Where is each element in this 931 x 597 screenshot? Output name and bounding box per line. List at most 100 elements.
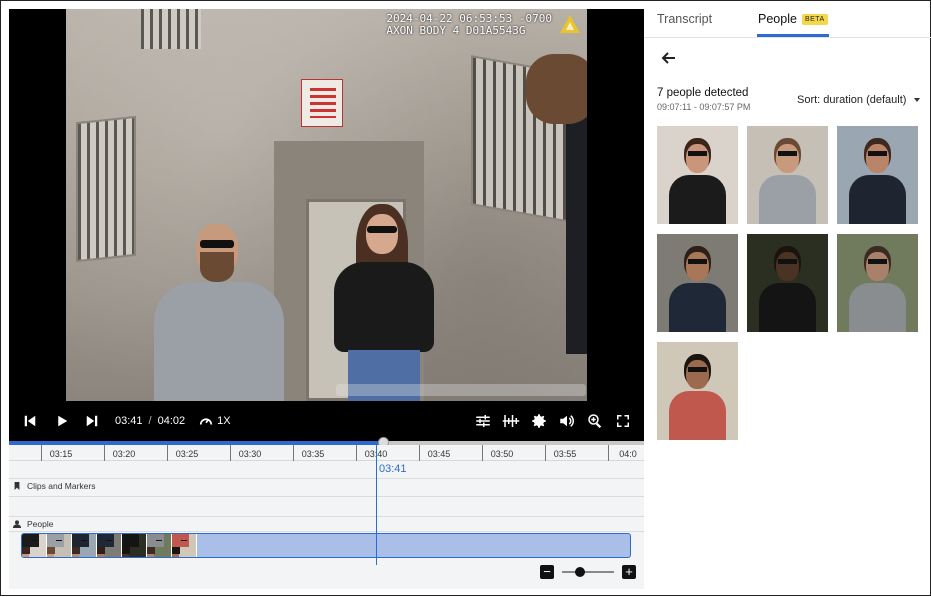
side-panel: Transcript People BETA 7 people detected …: [644, 1, 931, 597]
panel-tabs: Transcript People BETA: [644, 1, 931, 38]
timeline-tick: [104, 445, 105, 461]
bookmark-icon: [14, 482, 20, 490]
people-track-label: People: [13, 519, 53, 529]
sort-label: Sort: duration (default): [797, 94, 907, 106]
people-track-segment[interactable]: [21, 533, 631, 558]
people-track-thumbnail[interactable]: [97, 534, 122, 557]
app-frame: 2024-04-22 06:53:53 -0700 AXON BODY 4 D0…: [0, 0, 931, 596]
timeline-tick-label: 03:20: [112, 449, 136, 459]
timeline-tick-label: 03:35: [301, 449, 325, 459]
player-right-controls: [470, 408, 636, 434]
fullscreen-icon: [617, 415, 629, 427]
play-icon: [58, 415, 68, 427]
playhead-line[interactable]: [376, 445, 377, 565]
people-track-thumbnail[interactable]: [172, 534, 197, 557]
current-time: 03:41: [115, 415, 143, 427]
axon-logo-icon: [560, 15, 580, 33]
speedometer-icon: [200, 418, 213, 425]
volume-icon: [560, 415, 574, 427]
tab-people-label: People: [758, 12, 797, 26]
row-divider: [9, 516, 644, 517]
people-track-text: People: [27, 519, 54, 529]
scene-person-officer: [526, 54, 587, 354]
zoom-video-button[interactable]: [582, 408, 608, 434]
scene-sign: [301, 79, 343, 127]
time-range: 09:07:11 - 09:07:57 PM: [657, 102, 751, 112]
scene-caption-blur: [336, 384, 586, 396]
timeline-tick-label: 03:50: [490, 449, 514, 459]
fullscreen-button[interactable]: [610, 408, 636, 434]
back-button[interactable]: [661, 50, 681, 68]
timeline-tick: [230, 445, 231, 461]
timeline-tick-label: 03:55: [553, 449, 577, 459]
people-track-thumbnail[interactable]: [47, 534, 72, 557]
people-track-thumbnail[interactable]: [22, 534, 47, 557]
scene-window-left: [76, 115, 136, 263]
arrow-left-icon: [661, 52, 675, 64]
beta-badge: BETA: [801, 14, 828, 26]
video-frame[interactable]: 2024-04-22 06:53:53 -0700 AXON BODY 4 D0…: [66, 9, 587, 401]
person-thumbnail[interactable]: [837, 126, 918, 224]
person-thumbnail[interactable]: [657, 342, 738, 440]
active-tab-indicator: [757, 34, 829, 37]
sort-dropdown[interactable]: Sort: duration (default): [797, 94, 921, 106]
zoom-in-button[interactable]: +: [622, 565, 636, 579]
row-divider: [9, 496, 644, 497]
timeline-tick: [482, 445, 483, 461]
tab-transcript-label: Transcript: [657, 12, 713, 26]
volume-button[interactable]: [554, 408, 580, 434]
person-thumbnail[interactable]: [657, 126, 738, 224]
timeline-tick: [419, 445, 420, 461]
timeline-tick: [41, 445, 42, 461]
people-track-thumbnail[interactable]: [72, 534, 97, 557]
tab-people[interactable]: People BETA: [758, 12, 828, 26]
people-count: 7 people detected: [657, 87, 749, 99]
scene-person-man: [154, 224, 284, 401]
timeline-tick-label: 03:15: [49, 449, 73, 459]
timeline-tick-label: 03:30: [238, 449, 262, 459]
playback-speed-button[interactable]: 1X: [199, 414, 231, 428]
caret-down-icon: [914, 98, 921, 103]
overlay-device: AXON BODY 4 D01A5543G: [386, 24, 526, 37]
tab-transcript[interactable]: Transcript: [657, 12, 712, 26]
clips-track-label: Clips and Markers: [13, 481, 96, 491]
zoom-out-button[interactable]: −: [540, 565, 554, 579]
equalizer-icon: [502, 415, 520, 427]
person-thumbnail[interactable]: [657, 234, 738, 332]
zoom-slider[interactable]: [562, 567, 614, 577]
timeline: 03:1503:2003:2503:3003:3503:4003:4503:50…: [9, 445, 644, 589]
video-player: 2024-04-22 06:53:53 -0700 AXON BODY 4 D0…: [9, 9, 644, 441]
play-button[interactable]: [49, 408, 75, 434]
adjustments-button[interactable]: [470, 408, 496, 434]
gear-icon: [532, 414, 546, 428]
person-icon: [13, 520, 21, 528]
person-thumbnail[interactable]: [837, 234, 918, 332]
clips-track-text: Clips and Markers: [27, 481, 96, 491]
previous-frame-button[interactable]: [17, 408, 43, 434]
zoom-slider-handle[interactable]: [575, 567, 586, 577]
speed-label: 1X: [217, 415, 231, 427]
row-divider: [9, 531, 644, 532]
people-track-thumbnail[interactable]: [147, 534, 172, 557]
person-thumbnail[interactable]: [747, 234, 828, 332]
person-thumbnail[interactable]: [747, 126, 828, 224]
timeline-tick: [167, 445, 168, 461]
video-timestamp-overlay: 2024-04-22 06:53:53 -0700 AXON BODY 4 D0…: [386, 13, 552, 37]
scene-window-top: [141, 9, 201, 49]
timeline-tick: [356, 445, 357, 461]
people-track-thumbnail[interactable]: [122, 534, 147, 557]
timeline-tick-label: 03:25: [175, 449, 199, 459]
scene-person-woman: [334, 204, 434, 401]
timeline-ruler[interactable]: 03:1503:2003:2503:3003:3503:4003:4503:50…: [9, 445, 644, 461]
sliders-icon: [476, 415, 490, 427]
timeline-tick-label: 03:45: [427, 449, 451, 459]
timeline-tick: [608, 445, 609, 461]
skip-forward-icon: [86, 415, 98, 427]
timeline-tick: [545, 445, 546, 461]
settings-button[interactable]: [526, 408, 552, 434]
duration: 04:02: [157, 415, 186, 427]
audio-equalizer-button[interactable]: [498, 408, 524, 434]
row-divider: [9, 478, 644, 479]
timeline-tick: [293, 445, 294, 461]
next-frame-button[interactable]: [79, 408, 105, 434]
